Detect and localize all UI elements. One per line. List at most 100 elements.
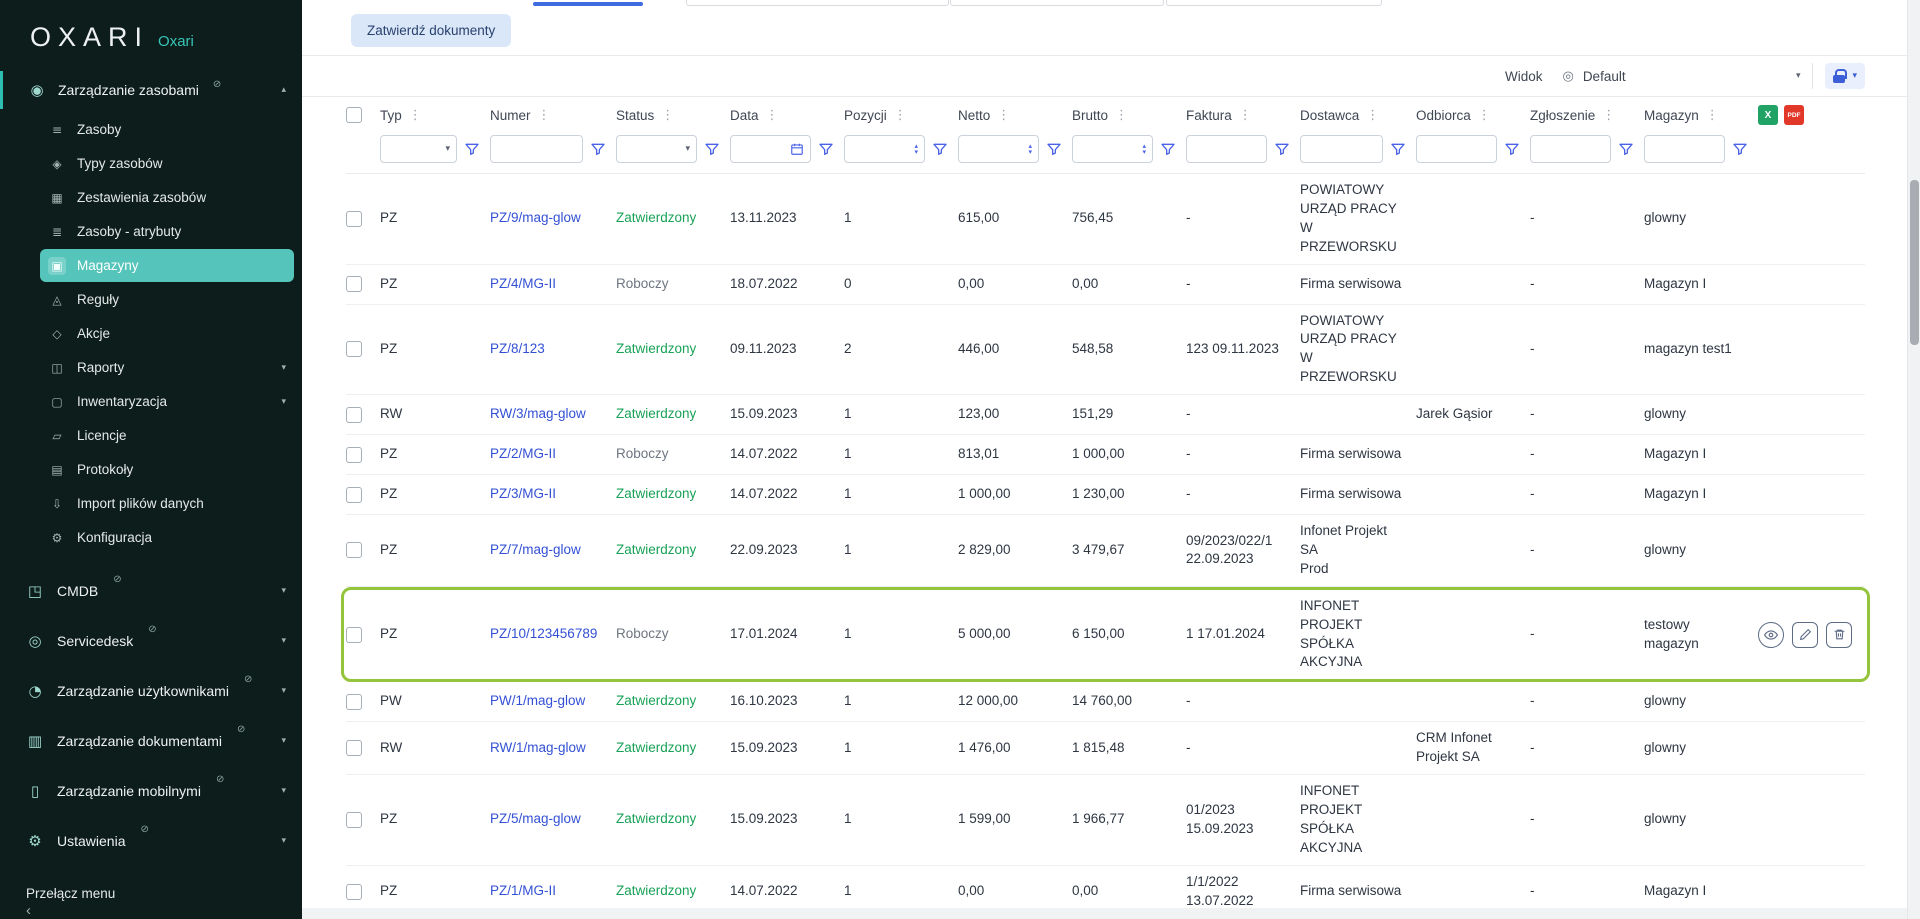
filter-funnel-icon[interactable] xyxy=(1046,141,1062,157)
filter-funnel-icon[interactable] xyxy=(464,141,480,157)
edit-icon[interactable] xyxy=(1792,622,1818,648)
document-number-link[interactable]: PZ/9/mag-glow xyxy=(490,202,616,235)
sidebar-section-cmdb[interactable]: ◳CMDB⊘▾ xyxy=(0,566,302,616)
column-menu-icon[interactable]: ⋮ xyxy=(1366,108,1379,123)
row-checkbox[interactable] xyxy=(346,276,362,292)
row-checkbox[interactable] xyxy=(346,487,362,503)
filter-input-dostawca[interactable] xyxy=(1300,135,1383,163)
filter-number-brutto[interactable]: ▴▾ xyxy=(1072,135,1153,163)
document-number-link[interactable]: PZ/2/MG-II xyxy=(490,438,616,471)
document-number-link[interactable]: PW/1/mag-glow xyxy=(490,685,616,718)
sidebar-item-raporty[interactable]: ◫Raporty▾ xyxy=(40,351,294,384)
document-number-link[interactable]: PZ/8/123 xyxy=(490,333,616,366)
tab-fragment[interactable] xyxy=(686,0,949,6)
table-row-pz-4-mg-ii[interactable]: PZPZ/4/MG-IIRoboczy18.07.202200,000,00-F… xyxy=(346,265,1865,305)
sidebar-section-servicedesk[interactable]: ◎Servicedesk⊘▾ xyxy=(0,616,302,666)
sidebar-item-zasoby[interactable]: ≡Zasoby xyxy=(40,113,294,146)
filter-funnel-icon[interactable] xyxy=(1618,141,1634,157)
filter-input-odbiorca[interactable] xyxy=(1416,135,1497,163)
row-checkbox[interactable] xyxy=(346,341,362,357)
column-menu-icon[interactable]: ⋮ xyxy=(661,108,674,123)
row-checkbox[interactable] xyxy=(346,694,362,710)
filter-input-zgloszenie[interactable] xyxy=(1530,135,1611,163)
sidebar-item-protokoly[interactable]: ▤Protokoły xyxy=(40,453,294,486)
tab-fragment[interactable] xyxy=(950,0,1164,6)
filter-input-faktura[interactable] xyxy=(1186,135,1267,163)
sidebar-item-import-plikow-danych[interactable]: ⇩Import plików danych xyxy=(40,487,294,520)
row-checkbox[interactable] xyxy=(346,211,362,227)
column-menu-icon[interactable]: ⋮ xyxy=(997,108,1010,123)
filter-funnel-icon[interactable] xyxy=(932,141,948,157)
filter-select-status[interactable]: ▾ xyxy=(616,135,697,163)
column-menu-icon[interactable]: ⋮ xyxy=(1706,108,1719,123)
table-row-pz-9-mag-glow[interactable]: PZPZ/9/mag-glowZatwierdzony13.11.2023161… xyxy=(346,174,1865,265)
approve-documents-button[interactable]: Zatwierdź dokumenty xyxy=(351,14,511,47)
row-checkbox[interactable] xyxy=(346,812,362,828)
filter-funnel-icon[interactable] xyxy=(590,141,606,157)
vertical-scrollbar[interactable] xyxy=(1907,0,1920,919)
row-checkbox[interactable] xyxy=(346,407,362,423)
column-header-odbiorca[interactable]: Odbiorca⋮ xyxy=(1416,108,1530,123)
filter-funnel-icon[interactable] xyxy=(704,141,720,157)
column-menu-icon[interactable]: ⋮ xyxy=(409,108,422,123)
column-header-pozycji[interactable]: Pozycji⋮ xyxy=(844,108,958,123)
view-icon[interactable] xyxy=(1758,622,1784,648)
row-checkbox[interactable] xyxy=(346,740,362,756)
table-row-pz-7-mag-glow[interactable]: PZPZ/7/mag-glowZatwierdzony22.09.202312 … xyxy=(346,515,1865,587)
sidebar-item-magazyny[interactable]: ▣Magazyny xyxy=(40,249,294,282)
stepper-arrows-icon[interactable]: ▴▾ xyxy=(1142,143,1146,155)
table-row-pw-1-mag-glow[interactable]: PWPW/1/mag-glowZatwierdzony16.10.2023112… xyxy=(346,682,1865,722)
filter-funnel-icon[interactable] xyxy=(1504,141,1520,157)
tab-fragment[interactable] xyxy=(1166,0,1382,6)
document-number-link[interactable]: PZ/5/mag-glow xyxy=(490,803,616,836)
row-checkbox[interactable] xyxy=(346,884,362,900)
column-header-brutto[interactable]: Brutto⋮ xyxy=(1072,108,1186,123)
filter-number-netto[interactable]: ▴▾ xyxy=(958,135,1039,163)
filter-input-numer[interactable] xyxy=(490,135,583,163)
filter-funnel-icon[interactable] xyxy=(1160,141,1176,157)
document-number-link[interactable]: PZ/4/MG-II xyxy=(490,268,616,301)
column-menu-icon[interactable]: ⋮ xyxy=(1602,108,1615,123)
column-menu-icon[interactable]: ⋮ xyxy=(1478,108,1491,123)
collapse-menu-icon[interactable]: ‹ xyxy=(18,902,302,919)
document-number-link[interactable]: PZ/3/MG-II xyxy=(490,478,616,511)
sidebar-section-zarzadzanie-mobilnymi[interactable]: ▯Zarządzanie mobilnymi⊘▾ xyxy=(0,766,302,816)
sidebar-item-zestawienia-zasobow[interactable]: ▦Zestawienia zasobów xyxy=(40,181,294,214)
document-number-link[interactable]: RW/3/mag-glow xyxy=(490,398,616,431)
lock-view-button[interactable]: ▾ xyxy=(1825,63,1865,89)
table-row-pz-5-mag-glow[interactable]: PZPZ/5/mag-glowZatwierdzony15.09.202311 … xyxy=(346,775,1865,866)
filter-select-typ[interactable]: ▾ xyxy=(380,135,457,163)
row-checkbox[interactable] xyxy=(346,542,362,558)
column-header-magazyn[interactable]: Magazyn⋮ xyxy=(1644,108,1758,123)
sidebar-item-inwentaryzacja[interactable]: ▢Inwentaryzacja▾ xyxy=(40,385,294,418)
table-row-rw-3-mag-glow[interactable]: RWRW/3/mag-glowZatwierdzony15.09.2023112… xyxy=(346,395,1865,435)
column-menu-icon[interactable]: ⋮ xyxy=(766,108,779,123)
row-checkbox[interactable] xyxy=(346,627,362,643)
delete-icon[interactable] xyxy=(1826,622,1852,648)
sidebar-item-typy-zasobow[interactable]: ◈Typy zasobów xyxy=(40,147,294,180)
filter-funnel-icon[interactable] xyxy=(1732,141,1748,157)
column-header-numer[interactable]: Numer⋮ xyxy=(490,108,616,123)
sidebar-item-akcje[interactable]: ◇Akcje xyxy=(40,317,294,350)
scrollbar-thumb[interactable] xyxy=(1910,180,1919,345)
column-header-dostawca[interactable]: Dostawca⋮ xyxy=(1300,108,1416,123)
sidebar-item-zasoby-atrybuty[interactable]: ≣Zasoby - atrybuty xyxy=(40,215,294,248)
table-row-pz-2-mg-ii[interactable]: PZPZ/2/MG-IIRoboczy14.07.20221813,011 00… xyxy=(346,435,1865,475)
filter-date-data[interactable] xyxy=(730,135,811,163)
sidebar-section-zarzadzanie-uzytkownikami[interactable]: ◔Zarządzanie użytkownikami⊘▾ xyxy=(0,666,302,716)
filter-input-magazyn[interactable] xyxy=(1644,135,1725,163)
filter-number-pozycji[interactable]: ▴▾ xyxy=(844,135,925,163)
document-number-link[interactable]: RW/1/mag-glow xyxy=(490,732,616,765)
column-header-netto[interactable]: Netto⋮ xyxy=(958,108,1072,123)
column-menu-icon[interactable]: ⋮ xyxy=(1115,108,1128,123)
stepper-arrows-icon[interactable]: ▴▾ xyxy=(1028,143,1032,155)
sidebar-section-ustawienia[interactable]: ⚙Ustawienia⊘▾ xyxy=(0,816,302,866)
column-header-typ[interactable]: Typ⋮ xyxy=(380,108,490,123)
excel-export-icon[interactable]: X xyxy=(1758,105,1778,125)
table-row-rw-1-mag-glow[interactable]: RWRW/1/mag-glowZatwierdzony15.09.202311 … xyxy=(346,722,1865,775)
column-menu-icon[interactable]: ⋮ xyxy=(894,108,907,123)
stepper-arrows-icon[interactable]: ▴▾ xyxy=(914,143,918,155)
column-header-faktura[interactable]: Faktura⋮ xyxy=(1186,108,1300,123)
filter-funnel-icon[interactable] xyxy=(818,141,834,157)
horizontal-scrollbar[interactable] xyxy=(302,908,1907,919)
